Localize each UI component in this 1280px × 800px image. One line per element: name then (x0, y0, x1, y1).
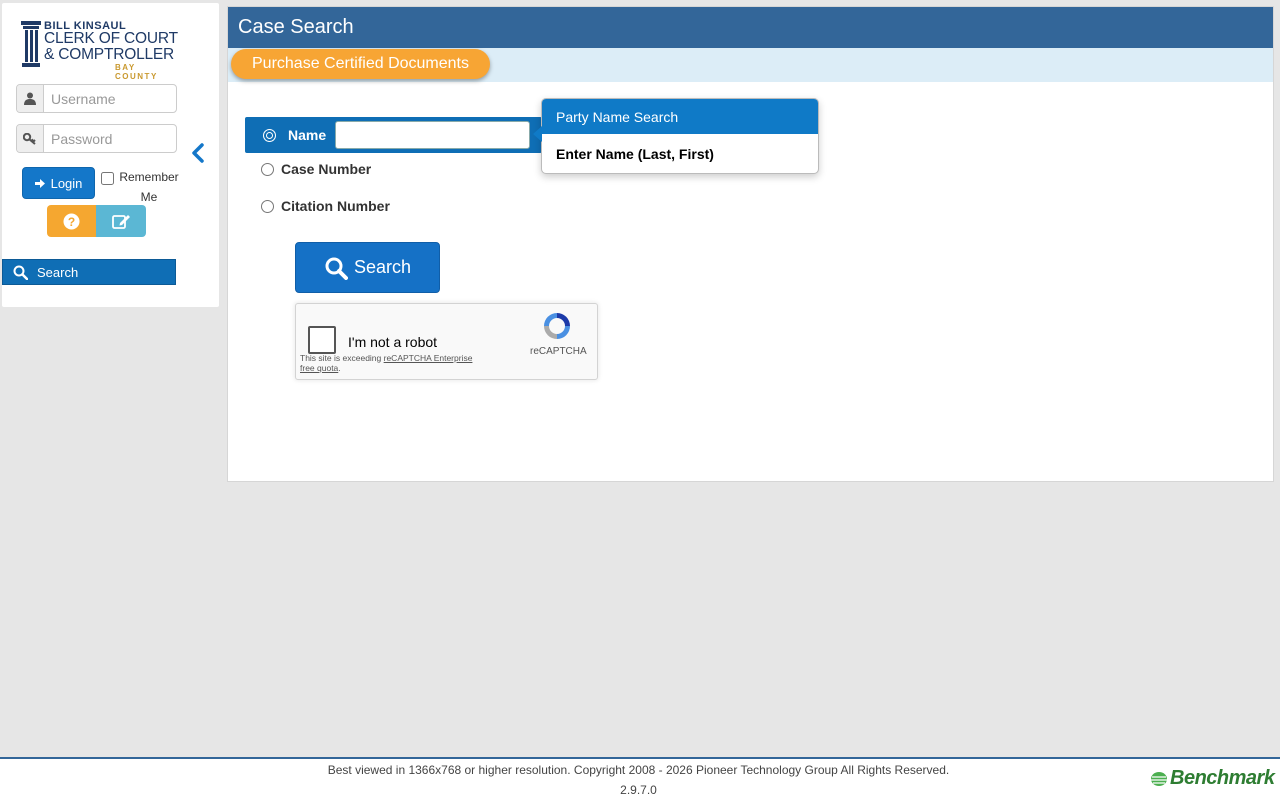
search-button[interactable]: Search (295, 242, 440, 293)
username-group (16, 84, 177, 113)
benchmark-logo[interactable]: Benchmark (1150, 767, 1275, 790)
recaptcha-label: I'm not a robot (348, 334, 438, 350)
popover-title: Party Name Search (542, 99, 818, 134)
search-icon (325, 257, 348, 280)
sidebar: BILL KINSAUL CLERK OF COURT & COMPTROLLE… (2, 3, 219, 307)
login-button[interactable]: Login (22, 167, 95, 199)
clerk-logo: BILL KINSAUL CLERK OF COURT & COMPTROLLE… (20, 17, 180, 81)
recaptcha-note-prefix: This site is exceeding (300, 353, 384, 363)
sign-in-icon (34, 178, 45, 188)
recaptcha-logo-icon (544, 313, 570, 339)
panel-toolbar: Purchase Certified Documents (228, 48, 1273, 82)
panel-title: Case Search (228, 7, 1273, 48)
purchase-certified-documents-button[interactable]: Purchase Certified Documents (231, 49, 490, 79)
case-number-label: Case Number (281, 161, 372, 177)
logo-title-2: & COMPTROLLER (44, 46, 175, 63)
search-button-label: Search (353, 257, 412, 277)
search-option-name[interactable]: Name (245, 117, 542, 153)
username-input[interactable] (44, 85, 176, 112)
citation-number-radio[interactable] (261, 199, 274, 213)
remember-me[interactable]: Remember Me (101, 167, 181, 207)
register-button[interactable] (96, 205, 146, 237)
password-group (16, 124, 177, 153)
recaptcha-brand: reCAPTCHA (530, 346, 587, 357)
help-button[interactable]: ? (47, 205, 96, 237)
name-label: Name (288, 127, 327, 143)
question-circle-icon: ? (63, 213, 80, 229)
search-option-citation-number[interactable]: Citation Number (261, 198, 390, 214)
user-icon (17, 85, 44, 112)
svg-text:?: ? (68, 215, 75, 229)
case-number-radio[interactable] (261, 162, 274, 176)
benchmark-globe-icon (1151, 771, 1167, 786)
key-icon (17, 125, 44, 152)
logo-county: BAY COUNTY (115, 63, 158, 81)
copyright-text: Best viewed in 1366x768 or higher resolu… (327, 763, 950, 777)
remember-me-checkbox[interactable] (101, 172, 114, 185)
name-input[interactable] (335, 121, 530, 149)
case-search-panel: Case Search Purchase Certified Documents… (227, 6, 1274, 482)
citation-number-label: Citation Number (281, 198, 390, 214)
edit-icon (111, 214, 130, 229)
nav-search-label: Search (37, 264, 79, 280)
search-option-case-number[interactable]: Case Number (261, 161, 372, 177)
recaptcha-checkbox[interactable] (308, 326, 336, 354)
footer: Best viewed in 1366x768 or higher resolu… (0, 757, 1280, 800)
recaptcha-widget: I'm not a robot This site is exceeding r… (295, 303, 598, 380)
popover-body: Enter Name (Last, First) (556, 146, 714, 162)
version-text: 2.9.7.0 (620, 783, 657, 797)
password-input[interactable] (44, 125, 176, 152)
recaptcha-quota-note: This site is exceeding reCAPTCHA Enterpr… (300, 353, 473, 373)
logo-title-1: CLERK OF COURT (44, 30, 178, 47)
login-label: Login (50, 175, 83, 191)
nav-search[interactable]: Search (2, 259, 176, 285)
name-radio[interactable] (263, 128, 276, 142)
popover-arrow (533, 126, 542, 142)
search-icon (3, 265, 37, 280)
name-search-popover: Party Name Search Enter Name (Last, Firs… (533, 98, 819, 174)
benchmark-brand: Benchmark (1170, 767, 1275, 789)
pillar-icon (21, 21, 41, 67)
collapse-sidebar-icon[interactable] (190, 143, 206, 168)
